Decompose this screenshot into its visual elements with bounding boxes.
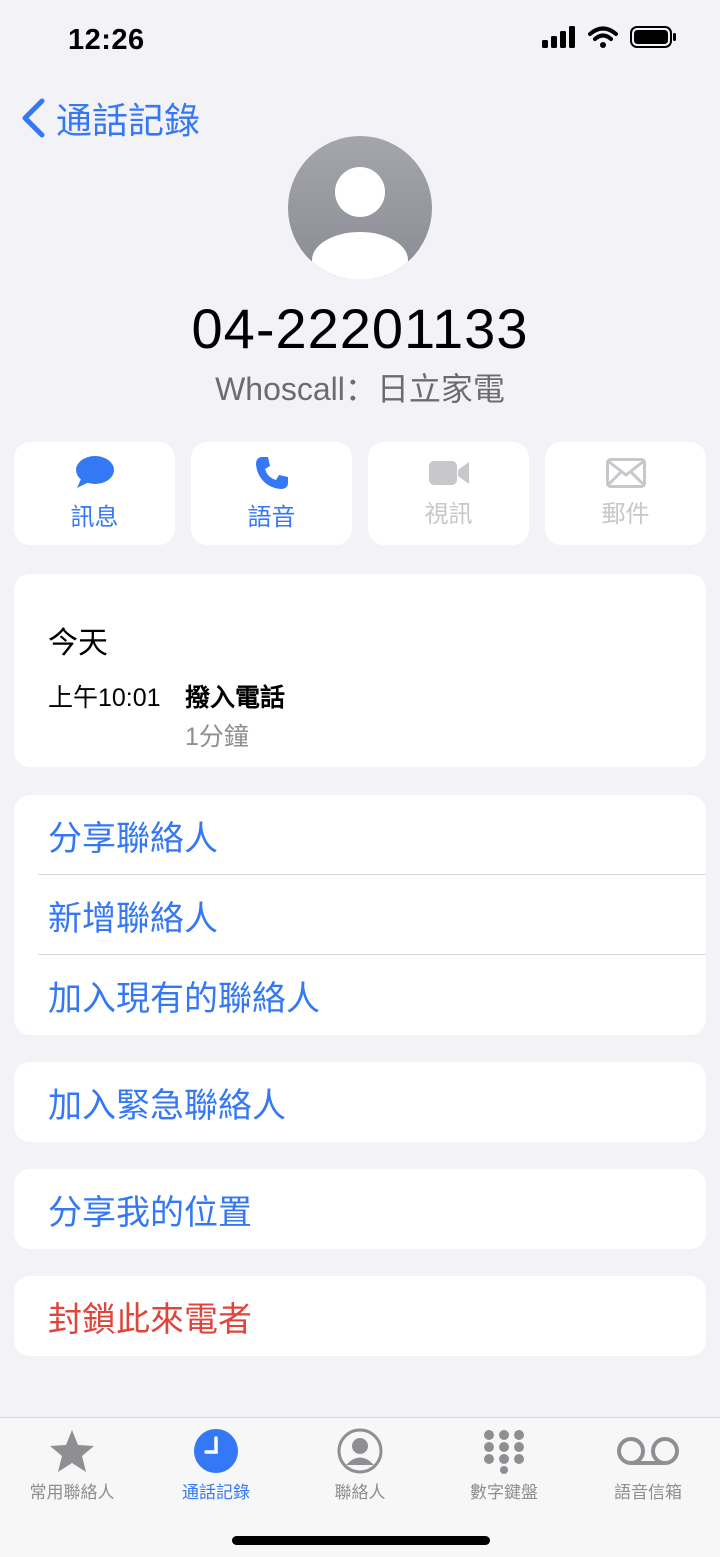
message-icon	[75, 456, 114, 488]
caller-id: Whoscall：日立家電	[215, 371, 505, 407]
call-duration: 1分鐘	[185, 723, 249, 751]
tab-label: 數字鍵盤	[470, 1483, 538, 1502]
person-circle-icon	[337, 1428, 383, 1474]
location-card: 分享我的位置	[14, 1169, 706, 1249]
message-button[interactable]: 訊息	[14, 442, 175, 545]
keypad-icon	[484, 1430, 524, 1474]
emergency-card: 加入緊急聯絡人	[14, 1062, 706, 1142]
message-label: 訊息	[70, 504, 119, 531]
status-time: 12:26	[68, 24, 145, 56]
tab-label: 語音信箱	[614, 1483, 682, 1502]
status-bar: 12:26	[0, 0, 720, 80]
call-time: 上午10:01	[48, 684, 161, 712]
voice-label: 語音	[247, 504, 296, 531]
video-call-button[interactable]: 視訊	[368, 442, 529, 545]
tab-recents[interactable]: 通話記錄	[144, 1428, 288, 1503]
block-caller-button[interactable]: 封鎖此來電者	[14, 1276, 706, 1356]
mail-icon	[605, 458, 646, 488]
contact-options-card: 分享聯絡人 新增聯絡人 加入現有的聯絡人	[14, 795, 706, 1035]
recent-day: 今天	[48, 627, 108, 660]
action-buttons: 訊息 語音 視訊 郵件	[14, 442, 706, 545]
video-icon	[428, 461, 469, 485]
add-to-existing-contact-button[interactable]: 加入現有的聯絡人	[14, 955, 706, 1035]
tab-keypad[interactable]: 數字鍵盤	[432, 1428, 576, 1503]
clock-icon	[194, 1429, 238, 1473]
new-contact-button[interactable]: 新增聯絡人	[14, 875, 706, 955]
back-button[interactable]: 通話記錄	[20, 92, 200, 144]
tab-label: 聯絡人	[334, 1483, 386, 1502]
mail-label: 郵件	[601, 501, 650, 528]
tab-label: 常用聯絡人	[29, 1483, 115, 1502]
voicemail-icon	[617, 1437, 679, 1465]
phone-icon	[255, 457, 288, 489]
back-label: 通話記錄	[56, 100, 201, 141]
signal-icon	[542, 26, 575, 48]
wifi-icon	[588, 26, 618, 48]
person-silhouette-icon	[312, 167, 408, 280]
voice-call-button[interactable]: 語音	[191, 442, 352, 545]
share-contact-button[interactable]: 分享聯絡人	[14, 795, 706, 875]
tab-label: 通話記錄	[182, 1483, 250, 1502]
mail-button[interactable]: 郵件	[545, 442, 706, 545]
home-indicator	[232, 1536, 490, 1545]
phone-number: 04-22201133	[191, 297, 529, 360]
status-icons	[542, 26, 676, 48]
video-label: 視訊	[424, 501, 473, 528]
tab-voicemail[interactable]: 語音信箱	[576, 1428, 720, 1503]
tab-favorites[interactable]: 常用聯絡人	[0, 1428, 144, 1503]
star-icon	[50, 1430, 94, 1472]
avatar	[288, 136, 432, 280]
add-emergency-contact-button[interactable]: 加入緊急聯絡人	[14, 1062, 706, 1142]
share-location-button[interactable]: 分享我的位置	[14, 1169, 706, 1249]
chevron-left-icon	[22, 98, 45, 138]
call-type: 撥入電話	[185, 684, 286, 712]
block-card: 封鎖此來電者	[14, 1276, 706, 1356]
battery-icon	[630, 26, 676, 48]
recent-calls-card: 今天 上午10:01 撥入電話 1分鐘	[14, 574, 706, 767]
tab-contacts[interactable]: 聯絡人	[288, 1428, 432, 1503]
